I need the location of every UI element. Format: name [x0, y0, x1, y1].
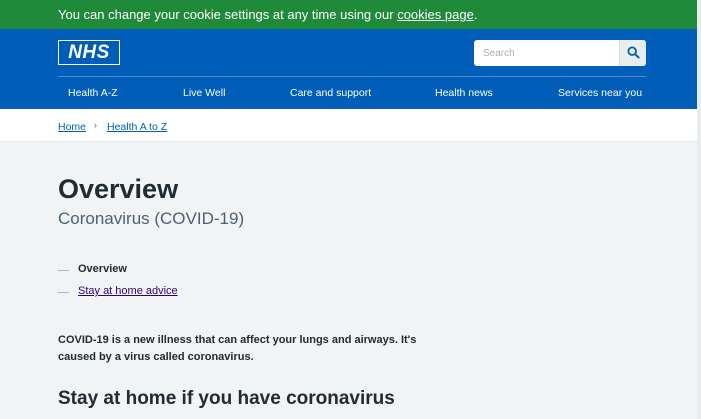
dash-icon [58, 270, 69, 271]
site-header: NHS Health A-Z Live Well Care and suppor… [0, 29, 697, 109]
search-button[interactable] [619, 40, 646, 66]
main-nav: Health A-Z Live Well Care and support He… [0, 77, 697, 109]
breadcrumb-home[interactable]: Home [58, 121, 86, 133]
search-icon [627, 46, 640, 59]
nav-item-care-and-support[interactable]: Care and support [290, 87, 371, 99]
cookie-banner-text: You can change your cookie settings at a… [58, 7, 398, 22]
breadcrumb: Home › Health A to Z [0, 109, 697, 142]
contents-item-stay-at-home[interactable]: Stay at home advice [58, 285, 258, 301]
cookie-banner: You can change your cookie settings at a… [0, 0, 697, 29]
contents-item-overview: Overview [58, 263, 258, 279]
nav-item-services-near-you[interactable]: Services near you [558, 87, 642, 99]
dash-icon [58, 292, 69, 293]
page-title: Overview [58, 174, 179, 204]
intro-paragraph: COVID-19 is a new illness that can affec… [58, 332, 448, 366]
main-content: Overview Coronavirus (COVID-19) Overview… [0, 142, 697, 419]
scrollbar-edge [697, 0, 701, 419]
breadcrumb-chevron-icon: › [94, 120, 97, 130]
section-heading: Stay at home if you have coronavirus [58, 388, 395, 409]
nhs-logo[interactable]: NHS [58, 40, 120, 65]
nhs-logo-text: NHS [59, 41, 119, 64]
breadcrumb-health-a-to-z[interactable]: Health A to Z [107, 121, 167, 133]
intro-line-2: caused by a virus called coronavirus. [58, 351, 254, 363]
contents-item-label: Overview [78, 263, 127, 275]
page-subtitle: Coronavirus (COVID-19) [58, 209, 245, 228]
search-input[interactable] [474, 40, 620, 66]
nav-item-health-news[interactable]: Health news [435, 87, 493, 99]
cookies-page-link[interactable]: cookies page [397, 7, 474, 22]
intro-line-1: COVID-19 is a new illness that can affec… [58, 334, 417, 346]
cookie-banner-suffix: . [473, 7, 478, 22]
nav-item-live-well[interactable]: Live Well [183, 87, 225, 99]
search-box [474, 40, 646, 66]
nav-item-health-a-z[interactable]: Health A-Z [68, 87, 118, 99]
contents-item-label[interactable]: Stay at home advice [78, 285, 178, 297]
